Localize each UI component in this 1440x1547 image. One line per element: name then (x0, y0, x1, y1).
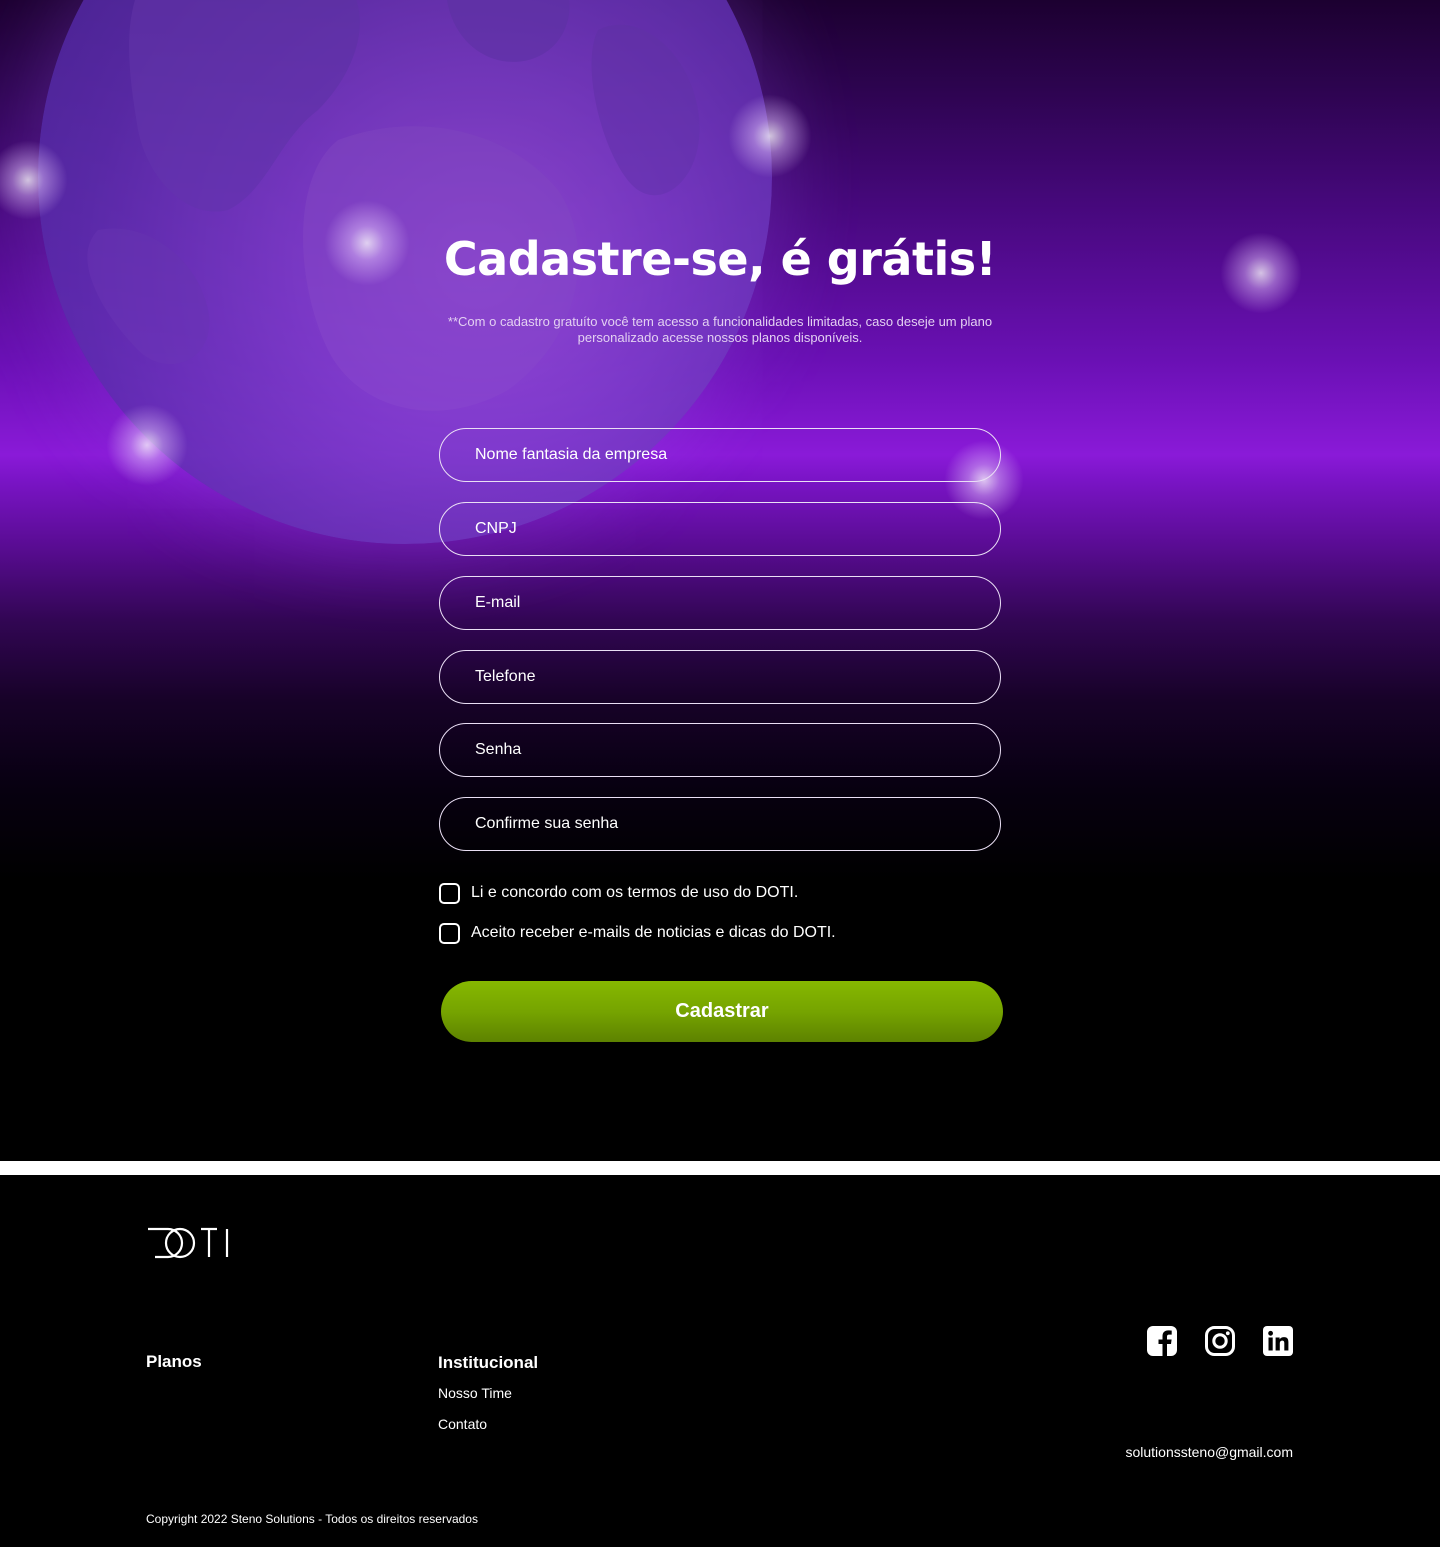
page-subtitle: **Com o cadastro gratuíto você tem acess… (447, 314, 993, 345)
newsletter-checkbox[interactable] (439, 922, 460, 944)
glow-dot (728, 94, 812, 178)
newsletter-row: Aceito receber e-mails de noticias e dic… (439, 922, 836, 944)
confirm-password-input[interactable] (439, 797, 1001, 851)
newsletter-label[interactable]: Aceito receber e-mails de noticias e dic… (471, 924, 836, 942)
submit-button[interactable]: Cadastrar (441, 981, 1003, 1042)
contact-email-link[interactable]: solutionssteno@gmail.com (1000, 1444, 1293, 1460)
page-title: Cadastre-se, é grátis! (443, 232, 997, 286)
linkedin-icon[interactable] (1262, 1325, 1294, 1357)
terms-checkbox[interactable] (439, 882, 460, 904)
cnpj-input[interactable] (439, 502, 1001, 556)
terms-label[interactable]: Li e concordo com os termos de uso do DO… (471, 884, 798, 902)
footer: Planos Institucional Nosso Time Contato … (0, 1175, 1440, 1547)
doti-logo-mark (148, 1227, 229, 1259)
copyright-text: Copyright 2022 Steno Solutions - Todos o… (146, 1512, 478, 1526)
email-input[interactable] (439, 576, 1001, 630)
doti-logo[interactable] (146, 1227, 232, 1259)
terms-row: Li e concordo com os termos de uso do DO… (439, 882, 798, 904)
instagram-icon[interactable] (1204, 1325, 1236, 1357)
phone-input[interactable] (439, 650, 1001, 704)
footer-heading-institucional: Institucional (438, 1353, 539, 1372)
footer-link-nosso-time[interactable]: Nosso Time (438, 1385, 512, 1401)
glow-dot (106, 404, 188, 486)
footer-link-contato[interactable]: Contato (438, 1416, 487, 1432)
facebook-icon[interactable] (1146, 1325, 1178, 1357)
footer-heading-planos[interactable]: Planos (146, 1352, 202, 1372)
company-name-input[interactable] (439, 428, 1001, 482)
section-divider (0, 1161, 1440, 1175)
hero-section: Cadastre-se, é grátis! **Com o cadastro … (0, 0, 1440, 1161)
password-input[interactable] (439, 723, 1001, 777)
